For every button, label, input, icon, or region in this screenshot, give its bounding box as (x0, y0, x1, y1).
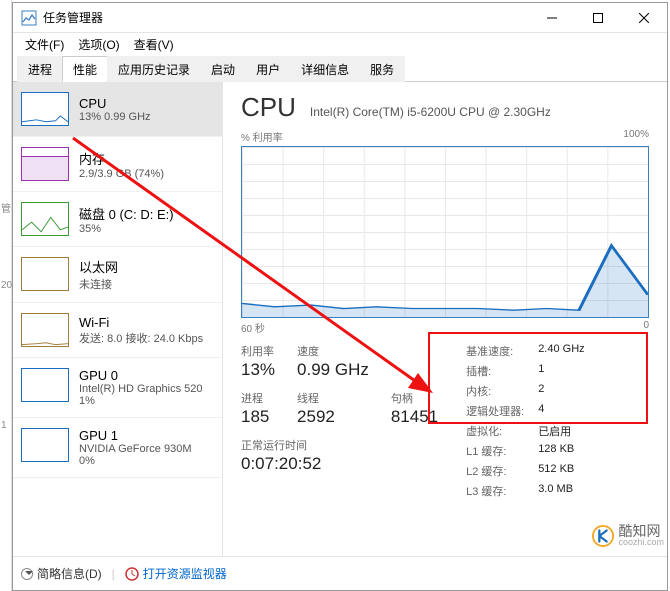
menu-file[interactable]: 文件(F) (19, 34, 70, 55)
chevron-down-icon (21, 568, 33, 580)
window-title: 任务管理器 (43, 9, 529, 26)
separator: | (112, 567, 115, 581)
ethernet-thumb-icon (21, 257, 69, 291)
stat-threads: 2592 (297, 407, 369, 427)
sidebar-item-disk[interactable]: 磁盘 0 (C: D: E:)35% (13, 192, 222, 247)
stat-utilization: 13% (241, 360, 275, 380)
stat-cores: 2 (538, 383, 584, 399)
sidebar: CPU13% 0.99 GHz 内存2.9/3.9 GB (74%) 磁盘 0 … (13, 82, 223, 556)
stat-l3: 3.0 MB (538, 483, 584, 499)
stat-l1: 128 KB (538, 443, 584, 459)
sidebar-item-wifi[interactable]: Wi-Fi发送: 8.0 接收: 24.0 Kbps (13, 303, 222, 358)
stats-right: 基准速度:2.40 GHz 插槽:1 内核:2 逻辑处理器:4 虚拟化:已启用 … (466, 343, 585, 499)
cropped-window-edge: 管 20 1 (0, 0, 12, 591)
stats-area: 利用率13% 速度0.99 GHz 进程185 线程2592 句柄81451 正… (241, 343, 649, 499)
disk-thumb-icon (21, 202, 69, 236)
sidebar-item-gpu1[interactable]: GPU 1NVIDIA GeForce 930M0% (13, 418, 222, 478)
main-subtitle: Intel(R) Core(TM) i5-6200U CPU @ 2.30GHz (310, 105, 551, 119)
fewer-details-button[interactable]: 简略信息(D) (21, 565, 102, 582)
tab-services[interactable]: 服务 (359, 56, 405, 82)
stats-left: 利用率13% 速度0.99 GHz 进程185 线程2592 句柄81451 正… (241, 343, 438, 499)
tab-performance[interactable]: 性能 (62, 56, 108, 82)
sidebar-item-gpu0[interactable]: GPU 0Intel(R) HD Graphics 5201% (13, 358, 222, 418)
minimize-button[interactable] (529, 3, 575, 33)
cpu-chart (241, 146, 649, 318)
watermark: 酷知网 coozhi.com (592, 524, 664, 547)
stat-l2: 512 KB (538, 463, 584, 479)
footer: 简略信息(D) | 打开资源监视器 (13, 556, 667, 590)
content: CPU13% 0.99 GHz 内存2.9/3.9 GB (74%) 磁盘 0 … (13, 82, 667, 556)
stat-handles: 81451 (391, 407, 438, 427)
stat-processes: 185 (241, 407, 275, 427)
maximize-button[interactable] (575, 3, 621, 33)
wifi-thumb-icon (21, 313, 69, 347)
close-button[interactable] (621, 3, 667, 33)
main-title: CPU (241, 92, 296, 123)
chart-label-60s: 60 秒 (241, 320, 265, 335)
open-resmon-button[interactable]: 打开资源监视器 (125, 565, 227, 582)
resmon-icon (125, 567, 139, 581)
tabs: 进程 性能 应用历史记录 启动 用户 详细信息 服务 (13, 55, 667, 82)
tab-users[interactable]: 用户 (245, 56, 291, 82)
stat-uptime: 0:07:20:52 (241, 454, 438, 474)
chart-label-0: 0 (643, 320, 649, 335)
chart-label-util: % 利用率 (241, 129, 283, 144)
stat-sockets: 1 (538, 363, 584, 379)
menu-view[interactable]: 查看(V) (128, 34, 180, 55)
memory-thumb-icon (21, 147, 69, 181)
chart-label-100: 100% (623, 129, 649, 144)
tab-processes[interactable]: 进程 (17, 56, 63, 82)
tab-app-history[interactable]: 应用历史记录 (107, 56, 201, 82)
menubar: 文件(F) 选项(O) 查看(V) (13, 33, 667, 55)
gpu1-thumb-icon (21, 428, 69, 462)
window-controls (529, 3, 667, 33)
stat-speed: 0.99 GHz (297, 360, 369, 380)
titlebar: 任务管理器 (13, 3, 667, 33)
stat-virtualization: 已启用 (538, 423, 584, 439)
chart-area: % 利用率 100% 60 秒 0 (241, 129, 649, 335)
tab-details[interactable]: 详细信息 (290, 56, 360, 82)
sidebar-item-memory[interactable]: 内存2.9/3.9 GB (74%) (13, 137, 222, 192)
main-panel: CPU Intel(R) Core(TM) i5-6200U CPU @ 2.3… (223, 82, 667, 556)
tab-startup[interactable]: 启动 (200, 56, 246, 82)
sidebar-item-ethernet[interactable]: 以太网未连接 (13, 247, 222, 303)
app-icon (21, 10, 37, 26)
task-manager-window: 任务管理器 文件(F) 选项(O) 查看(V) 进程 性能 应用历史记录 启动 … (12, 2, 668, 591)
stat-logical: 4 (538, 403, 584, 419)
stat-base-speed: 2.40 GHz (538, 343, 584, 359)
cpu-thumb-icon (21, 92, 69, 126)
menu-options[interactable]: 选项(O) (72, 34, 125, 55)
sidebar-item-cpu[interactable]: CPU13% 0.99 GHz (13, 82, 222, 137)
watermark-logo-icon (592, 525, 614, 547)
gpu0-thumb-icon (21, 368, 69, 402)
